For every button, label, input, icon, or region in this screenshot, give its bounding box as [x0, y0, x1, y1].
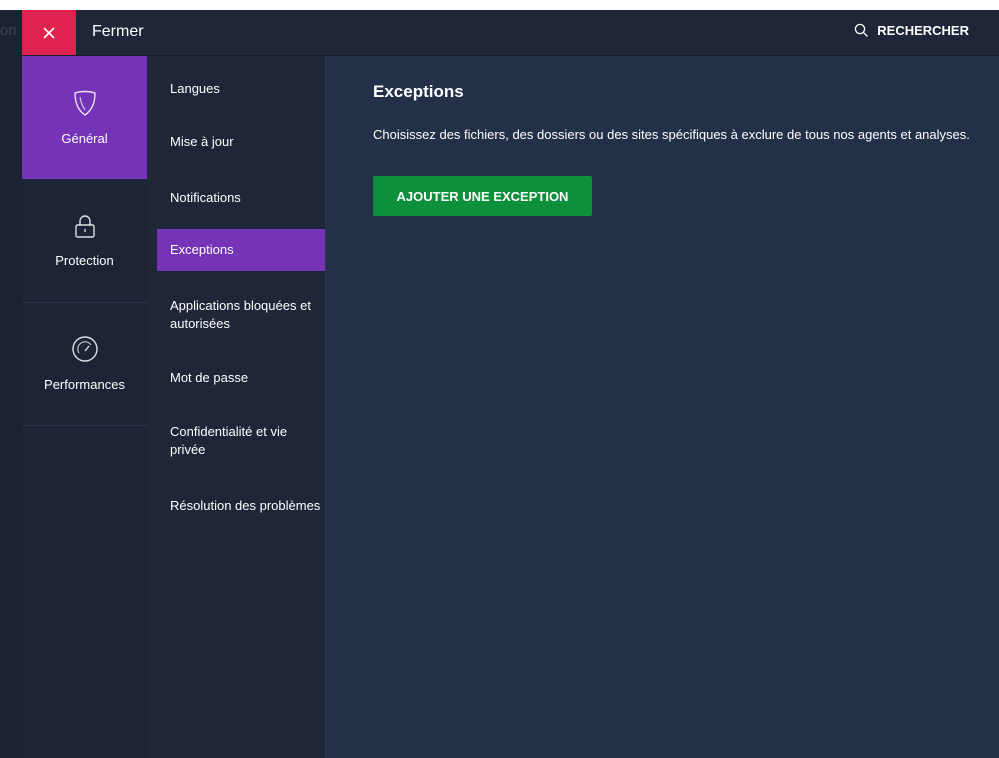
- subnav-item-mise-a-jour[interactable]: Mise à jour: [157, 133, 325, 151]
- shield-icon: [73, 90, 96, 116]
- sidebar-item-label: Performances: [44, 377, 125, 392]
- close-label[interactable]: Fermer: [92, 23, 144, 41]
- page-description: Choisissez des fichiers, des dossiers ou…: [373, 127, 970, 142]
- content-panel: Exceptions Choisissez des fichiers, des …: [326, 56, 999, 758]
- background-text: on: [0, 22, 17, 39]
- subnav-item-applications[interactable]: Applications bloquées et autorisées: [157, 297, 325, 333]
- speedometer-icon: [71, 336, 98, 362]
- settings-window: Fermer RECHERCHER Général Protection Per…: [22, 10, 999, 758]
- sidebar-item-performances[interactable]: Performances: [22, 302, 147, 426]
- search-button[interactable]: RECHERCHER: [854, 23, 969, 38]
- search-label: RECHERCHER: [877, 23, 969, 38]
- sidebar-item-protection[interactable]: Protection: [22, 179, 147, 303]
- category-sidebar: Général Protection Performances: [22, 56, 147, 758]
- subnav-item-mot-de-passe[interactable]: Mot de passe: [157, 369, 325, 387]
- subnav-item-label: Exceptions: [170, 242, 234, 257]
- subnav-item-confidentialite[interactable]: Confidentialité et vie privée: [157, 423, 325, 459]
- sidebar-item-general[interactable]: Général: [22, 56, 147, 179]
- top-bar: Fermer RECHERCHER: [22, 10, 999, 56]
- add-exception-button[interactable]: AJOUTER UNE EXCEPTION: [373, 176, 592, 216]
- subnav-item-exceptions[interactable]: Exceptions: [157, 229, 325, 271]
- lock-icon: [74, 215, 95, 238]
- background-window: on: [0, 10, 22, 758]
- sidebar-item-label: Général: [61, 131, 108, 146]
- sidebar-item-label: Protection: [55, 253, 114, 268]
- subnav-item-resolution[interactable]: Résolution des problèmes: [157, 497, 325, 515]
- settings-subnav: Langues Mise à jour Notifications Except…: [147, 56, 326, 758]
- close-icon: [43, 26, 55, 39]
- page-title: Exceptions: [373, 82, 464, 101]
- subnav-item-notifications[interactable]: Notifications: [157, 189, 325, 207]
- close-button[interactable]: [22, 10, 76, 55]
- search-icon: [855, 23, 869, 37]
- subnav-item-langues[interactable]: Langues: [157, 80, 325, 98]
